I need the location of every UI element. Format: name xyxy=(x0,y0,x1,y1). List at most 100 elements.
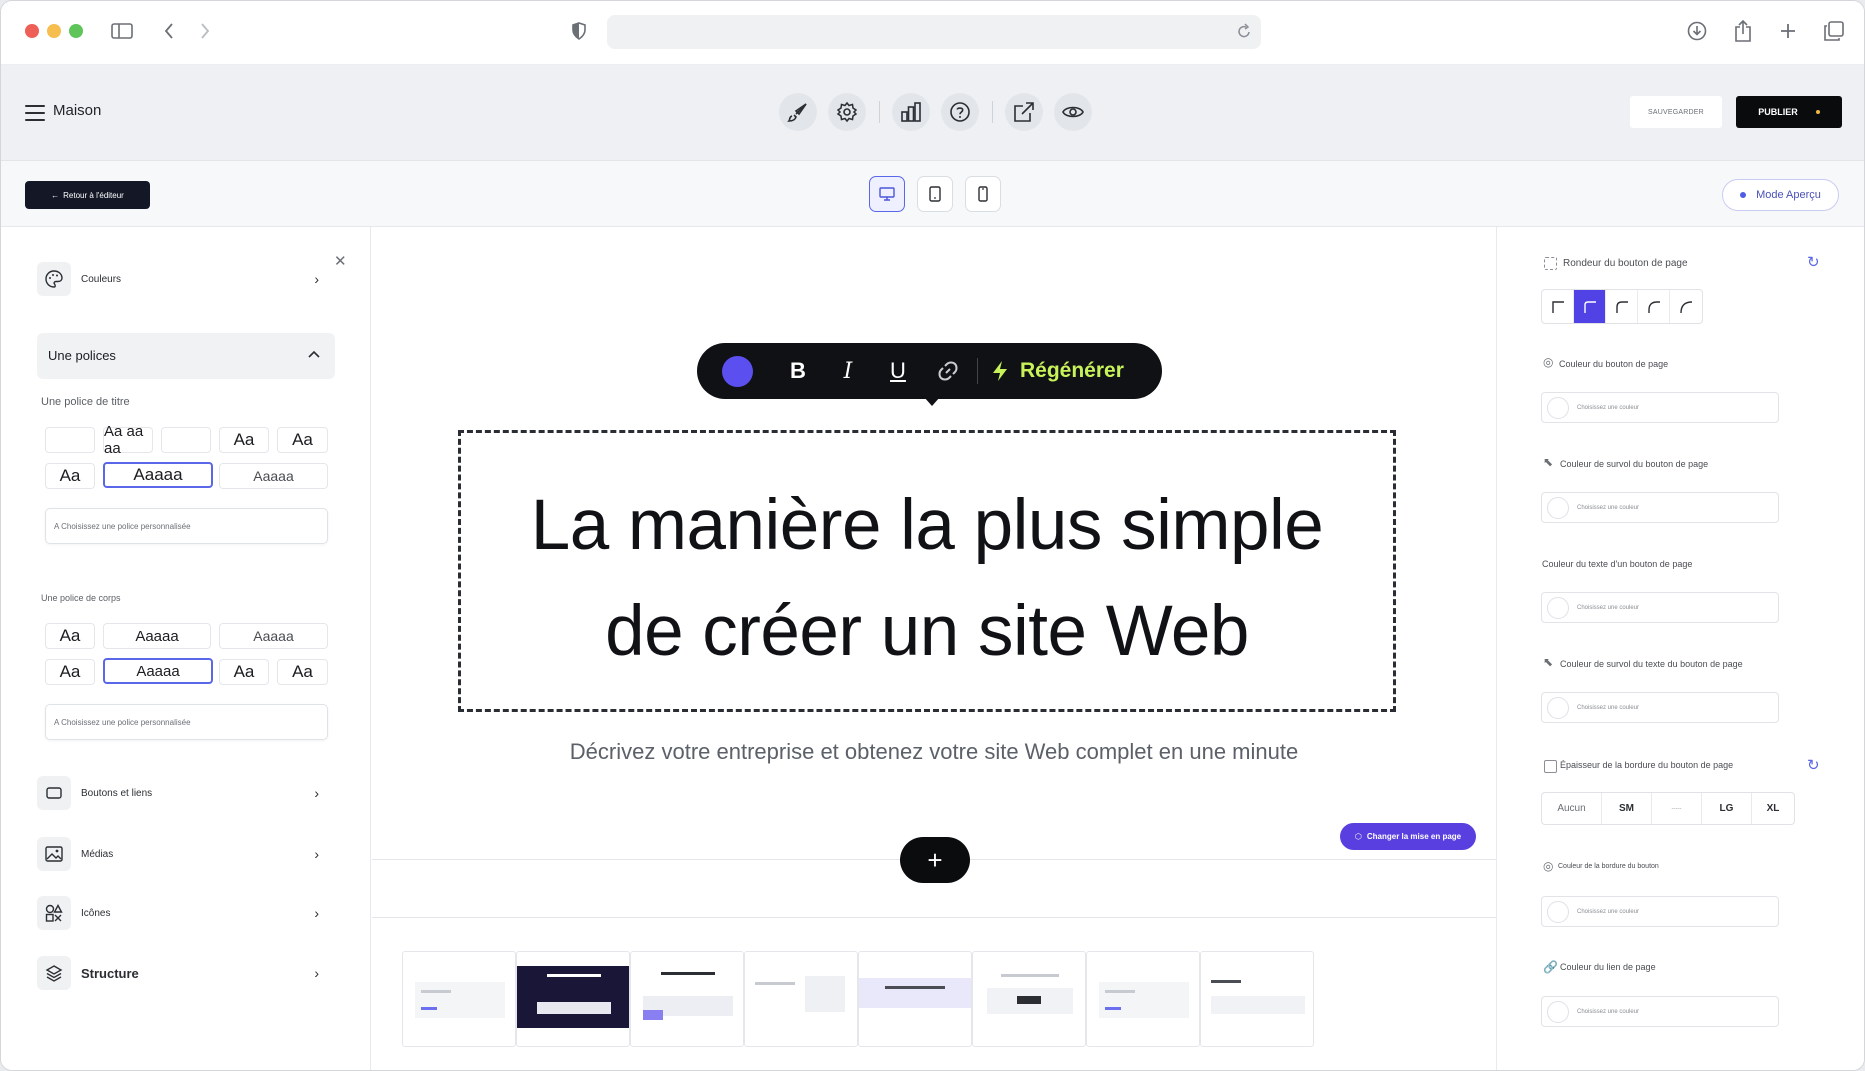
font-option[interactable]: Aa xyxy=(219,427,269,453)
desktop-device-icon[interactable] xyxy=(869,176,905,212)
layout-thumbnail[interactable] xyxy=(972,951,1086,1047)
settings-gear-icon[interactable] xyxy=(828,93,866,131)
help-question-icon[interactable] xyxy=(941,93,979,131)
custom-body-font-field[interactable]: A Choisissez une police personnalisée xyxy=(45,704,328,740)
tabs-overview-icon[interactable] xyxy=(1818,15,1850,47)
analytics-chart-icon[interactable] xyxy=(892,93,930,131)
font-option[interactable] xyxy=(161,427,211,453)
cursor-icon: ⬉ xyxy=(1543,655,1554,669)
border-color-field[interactable]: Choisissez une couleur xyxy=(1541,896,1779,927)
button-hover-color-field[interactable]: Choisissez une couleur xyxy=(1541,492,1779,523)
cursor-icon: ⬉ xyxy=(1543,455,1554,469)
text-color-swatch[interactable] xyxy=(722,355,753,387)
button-color-field[interactable]: Choisissez une couleur xyxy=(1541,392,1779,423)
radius-large-option[interactable] xyxy=(1638,290,1670,323)
font-option-selected[interactable]: Aaaaa xyxy=(103,658,213,684)
forward-arrow-icon[interactable] xyxy=(189,15,221,47)
hero-subtitle[interactable]: Décrivez votre entreprise et obtenez vot… xyxy=(372,739,1496,765)
change-layout-button[interactable]: ⬡ Changer la mise en page xyxy=(1340,823,1476,850)
font-option[interactable]: Aaaaa xyxy=(219,463,328,489)
layout-thumbnail[interactable] xyxy=(402,951,516,1047)
button-hover-color-label: Couleur de survol du bouton de page xyxy=(1560,459,1709,469)
link-color-field[interactable]: Choisissez une couleur xyxy=(1541,996,1779,1027)
link-icon[interactable] xyxy=(923,359,973,383)
custom-title-font-field[interactable]: A Choisissez une police personnalisée xyxy=(45,508,328,544)
mode-dot xyxy=(1740,192,1747,198)
font-option[interactable]: Aa xyxy=(45,623,95,649)
font-option[interactable]: Aa xyxy=(45,463,95,489)
sidebar-item-structure[interactable]: Structure › xyxy=(37,951,335,995)
preview-eye-icon[interactable] xyxy=(1054,93,1092,131)
font-option[interactable]: Aa xyxy=(45,659,95,685)
sidebar-toggle-icon[interactable] xyxy=(106,15,138,47)
mobile-device-icon[interactable] xyxy=(965,176,1001,212)
maximize-window-button[interactable] xyxy=(69,24,83,38)
chevron-right-icon: › xyxy=(314,965,319,981)
editor-subheader: ← Retour à l'éditeur Mode Aperçu xyxy=(1,161,1864,227)
font-option[interactable] xyxy=(45,427,95,453)
reset-border-icon[interactable]: ↻ xyxy=(1807,756,1820,774)
radius-none-option[interactable] xyxy=(1542,290,1574,323)
design-brush-icon[interactable] xyxy=(779,93,817,131)
share-icon[interactable] xyxy=(1727,15,1759,47)
back-to-editor-button[interactable]: ← Retour à l'éditeur xyxy=(25,181,150,209)
sidebar-item-fonts[interactable]: Une polices xyxy=(37,333,335,379)
font-option[interactable]: Aa xyxy=(277,427,328,453)
shield-icon[interactable] xyxy=(563,15,595,47)
bold-button[interactable]: B xyxy=(773,358,823,384)
font-option[interactable]: Aa xyxy=(219,659,269,685)
font-option[interactable]: Aa aa aa xyxy=(103,423,153,457)
sidebar-item-colors[interactable]: Couleurs › xyxy=(37,257,335,301)
border-option-sm[interactable]: SM xyxy=(1602,793,1652,824)
tablet-device-icon[interactable] xyxy=(917,176,953,212)
italic-button[interactable]: I xyxy=(823,359,873,384)
add-section-button[interactable]: + xyxy=(900,837,970,883)
reset-roundness-icon[interactable]: ↻ xyxy=(1807,253,1820,271)
border-option-xl[interactable]: XL xyxy=(1752,793,1794,824)
minimize-window-button[interactable] xyxy=(47,24,61,38)
radius-full-option[interactable] xyxy=(1670,290,1702,323)
preview-mode-button[interactable]: Mode Aperçu xyxy=(1722,179,1839,211)
download-icon[interactable] xyxy=(1681,15,1713,47)
border-option-md[interactable]: ----- xyxy=(1652,793,1702,824)
layout-thumbnail[interactable] xyxy=(1200,951,1314,1047)
layout-thumbnail[interactable] xyxy=(1086,951,1200,1047)
radius-medium-option[interactable] xyxy=(1606,290,1638,323)
layout-thumbnail[interactable] xyxy=(858,951,972,1047)
layout-thumbnail[interactable] xyxy=(516,951,630,1047)
close-icon[interactable]: ✕ xyxy=(334,252,347,270)
back-arrow-icon[interactable] xyxy=(153,15,185,47)
border-thickness-label: Épaisseur de la bordure du bouton de pag… xyxy=(1560,760,1734,770)
sidebar-item-icons[interactable]: Icônes › xyxy=(37,891,335,935)
border-option-none[interactable]: Aucun xyxy=(1542,793,1602,824)
chevron-up-icon xyxy=(308,345,320,361)
hero-title-selection[interactable]: La manière la plus simple de créer un si… xyxy=(458,430,1396,712)
save-button[interactable]: SAUVEGARDER xyxy=(1630,96,1722,128)
external-link-icon[interactable] xyxy=(1005,93,1043,131)
border-option-lg[interactable]: LG xyxy=(1702,793,1752,824)
button-text-hover-color-field[interactable]: Choisissez une couleur xyxy=(1541,692,1779,723)
radius-small-option[interactable] xyxy=(1574,290,1606,323)
menu-icon[interactable] xyxy=(25,105,45,121)
regenerate-button[interactable]: Régénérer xyxy=(990,359,1124,383)
font-option[interactable]: Aa xyxy=(277,659,328,685)
underline-button[interactable]: U xyxy=(873,358,923,384)
sidebar-item-media[interactable]: Médias › xyxy=(37,832,335,876)
hero-title[interactable]: La manière la plus simple de créer un si… xyxy=(461,473,1393,685)
font-option[interactable]: Aaaaa xyxy=(219,623,328,649)
url-bar[interactable] xyxy=(607,15,1261,49)
arrow-left-icon: ← xyxy=(51,190,60,200)
close-window-button[interactable] xyxy=(25,24,39,38)
layout-thumbnail[interactable] xyxy=(630,951,744,1047)
layout-thumbnail[interactable] xyxy=(744,951,858,1047)
color-swatch xyxy=(1547,396,1569,419)
color-swatch xyxy=(1547,900,1569,923)
unpublished-dot xyxy=(1815,110,1820,114)
reload-icon[interactable] xyxy=(1237,23,1251,44)
new-tab-icon[interactable] xyxy=(1772,15,1804,47)
font-option[interactable]: Aaaaa xyxy=(103,623,211,649)
button-text-color-field[interactable]: Choisissez une couleur xyxy=(1541,592,1779,623)
font-option-selected[interactable]: Aaaaa xyxy=(103,462,213,488)
sidebar-item-buttons[interactable]: Boutons et liens › xyxy=(37,771,335,815)
publish-button[interactable]: PUBLIER xyxy=(1736,96,1842,128)
